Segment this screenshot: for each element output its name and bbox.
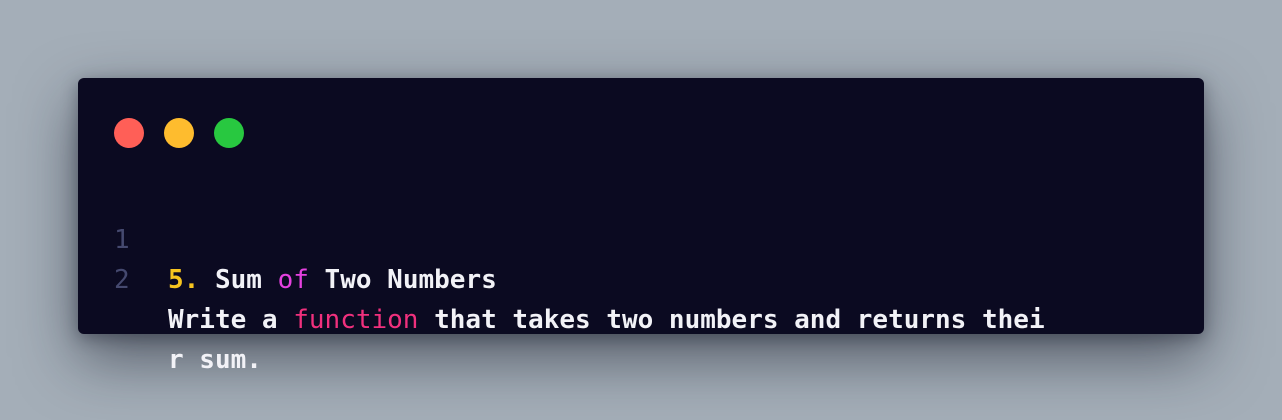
code-line: 1 5. Sum of Two Numbers — [114, 180, 1168, 295]
text-token: r sum. — [168, 345, 262, 375]
line-content: Write a function that takes two numbers … — [168, 300, 1045, 340]
line-content: r sum. — [168, 340, 262, 380]
close-dot-icon[interactable] — [114, 118, 144, 148]
text-token: that takes two numbers and returns thei — [418, 305, 1045, 335]
keyword-token: function — [293, 305, 419, 335]
code-line-wrap: r sum. — [114, 260, 1168, 375]
maximize-dot-icon[interactable] — [214, 118, 244, 148]
code-area: 1 5. Sum of Two Numbers 2 Write a functi… — [114, 180, 1168, 375]
code-line: 2 Write a function that takes two number… — [114, 220, 1168, 335]
minimize-dot-icon[interactable] — [164, 118, 194, 148]
code-window: 1 5. Sum of Two Numbers 2 Write a functi… — [78, 78, 1204, 375]
